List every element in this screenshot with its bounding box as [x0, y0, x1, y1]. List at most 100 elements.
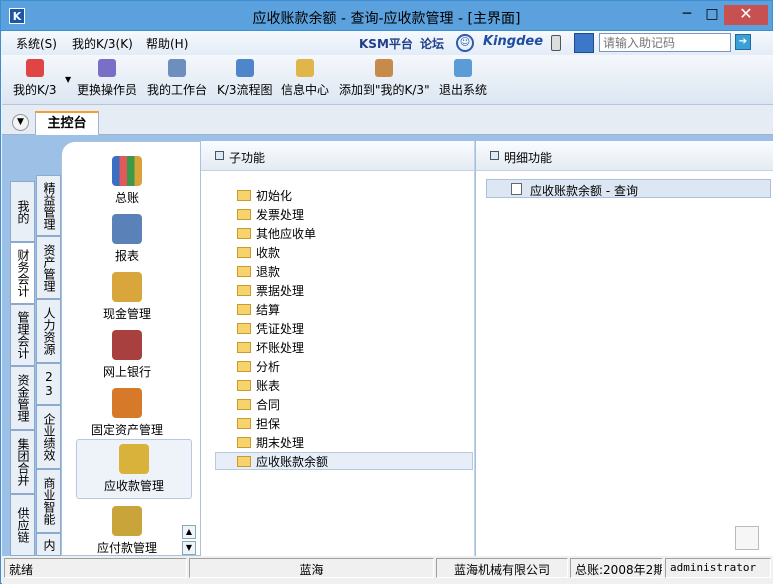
menu-system[interactable]: 系统(S) [16, 35, 57, 52]
folder-icon [237, 323, 251, 334]
module-reports[interactable]: 报表 [62, 214, 192, 264]
detail-item-label: 应收账款余额 - 查询 [530, 184, 638, 198]
smile-icon[interactable]: ☺ [456, 34, 474, 52]
menu-bar: 系统(S) 我的K/3(K) 帮助(H) KSM平台 论坛 ☺ Kingdee … [2, 31, 773, 55]
folder-label: 其他应收单 [256, 227, 317, 241]
folder-item[interactable]: 凭证处理 [237, 320, 304, 337]
collapse-square-icon[interactable] [490, 151, 499, 160]
folder-item[interactable]: 担保 [237, 415, 280, 432]
truck-icon [112, 388, 142, 418]
folder-item[interactable]: 收款 [237, 244, 280, 261]
pen-icon [168, 59, 186, 77]
status-bar: 就绪 蓝海 蓝海机械有限公司 总账:2008年2期 administrator [2, 556, 773, 584]
detail-panel: 明细功能 应收账款余额 - 查询 [476, 141, 773, 556]
exit-icon [454, 59, 472, 77]
folder-item[interactable]: 退款 [237, 263, 280, 280]
title-bar[interactable]: K 应收账款余额 - 查询-应收款管理 - [主界面] ─ □ ✕ [1, 1, 772, 31]
folder-label: 凭证处理 [256, 322, 305, 336]
folder-item[interactable]: 合同 [237, 396, 280, 413]
vtab-lean-management[interactable]: 精益管理 [36, 175, 61, 236]
toolbar-my-k3-button[interactable]: 我的K/3 ▼ [13, 59, 71, 98]
add-favorite-icon [375, 59, 394, 77]
vtab-business-intelligence[interactable]: 商业智能 [36, 469, 61, 533]
folder-item[interactable]: 其他应收单 [237, 225, 316, 242]
toolbar-label: 我的K/3 [13, 83, 57, 97]
folder-icon [237, 190, 251, 201]
help-icon[interactable] [574, 33, 594, 53]
module-online-banking[interactable]: 网上银行 [62, 330, 192, 380]
toolbar-label: 退出系统 [439, 83, 488, 97]
kingdee-logo[interactable]: Kingdee [483, 34, 543, 49]
vtab-asset-management[interactable]: 资产管理 [36, 236, 61, 299]
forum-link[interactable]: 论坛 [420, 35, 444, 52]
vtab-more[interactable]: 内 [36, 533, 61, 556]
folder-icon [237, 399, 251, 410]
detail-header-label: 明细功能 [504, 151, 553, 165]
restore-button[interactable]: □ [697, 5, 727, 25]
tab-main-console[interactable]: 主控台 [35, 111, 99, 135]
vtab-financial-accounting[interactable]: 财务会计 [10, 242, 35, 304]
toolbar-workbench-button[interactable]: 我的工作台 [147, 59, 207, 98]
module-accounts-payable[interactable]: 应付款管理 [62, 506, 192, 556]
folder-item[interactable]: 票据处理 [237, 282, 304, 299]
toolbar-flowchart-button[interactable]: K/3流程图 [217, 59, 273, 98]
menu-help[interactable]: 帮助(H) [146, 35, 188, 52]
toolbar-label: 我的工作台 [147, 83, 208, 97]
folder-item-selected[interactable]: 应收账款余额 [215, 452, 473, 470]
scroll-down-icon[interactable]: ▼ [182, 541, 196, 555]
scroll-up-icon[interactable]: ▲ [182, 525, 196, 539]
workspace: 我的K/3 财务会计 管理会计 资金管理 集团合并 供应链 精益管理 资产管理 … [2, 135, 773, 556]
folder-icon [237, 285, 251, 296]
star-icon [25, 59, 44, 77]
detail-header: 明细功能 [476, 141, 773, 171]
vtab-enterprise-performance[interactable]: 企业绩效 [36, 405, 61, 469]
module-general-ledger[interactable]: 总账 [62, 156, 192, 206]
mobile-icon[interactable] [551, 35, 561, 51]
vtab-23[interactable]: 23 [36, 363, 61, 405]
menu-my-k3[interactable]: 我的K/3(K) [72, 35, 133, 52]
toolbar-label: 添加到"我的K/3" [339, 83, 430, 97]
tab-dropdown-icon[interactable]: ▼ [12, 114, 29, 131]
folder-label: 退款 [256, 265, 281, 279]
mnemonic-search-input[interactable] [599, 33, 731, 52]
envelope-icon[interactable] [735, 526, 759, 550]
toolbar-exit-button[interactable]: 退出系统 [439, 59, 487, 98]
module-label: 网上银行 [102, 365, 151, 379]
folder-label: 坏账处理 [256, 341, 305, 355]
module-label: 现金管理 [102, 307, 151, 321]
folder-label: 收款 [256, 246, 281, 260]
folder-label: 分析 [256, 360, 281, 374]
vtab-fund-management[interactable]: 资金管理 [10, 366, 35, 430]
bank-icon [112, 330, 142, 360]
folder-item[interactable]: 期末处理 [237, 434, 304, 451]
folder-item[interactable]: 分析 [237, 358, 280, 375]
folder-item[interactable]: 结算 [237, 301, 280, 318]
status-company: 蓝海机械有限公司 [436, 558, 568, 578]
vtab-group-consolidation[interactable]: 集团合并 [10, 430, 35, 494]
vtab-supply-chain[interactable]: 供应链 [10, 494, 35, 556]
folder-item[interactable]: 发票处理 [237, 206, 304, 223]
module-cash-management[interactable]: 现金管理 [62, 272, 192, 322]
module-accounts-receivable[interactable]: 应收款管理 [76, 439, 192, 499]
toolbar-change-operator-button[interactable]: 更换操作员 [77, 59, 137, 98]
folder-label: 票据处理 [256, 284, 305, 298]
vtab-management-accounting[interactable]: 管理会计 [10, 304, 35, 366]
folder-item[interactable]: 账表 [237, 377, 280, 394]
folder-item[interactable]: 初始化 [237, 187, 292, 204]
folder-icon [237, 209, 251, 220]
detail-item[interactable]: 应收账款余额 - 查询 [486, 179, 771, 198]
ksm-platform-link[interactable]: KSM平台 [359, 35, 413, 52]
toolbar-message-center-button[interactable]: 信息中心 [281, 59, 329, 98]
toolbar-add-to-my-k3-button[interactable]: 添加到"我的K/3" [339, 59, 430, 98]
go-arrow-icon[interactable]: ➔ [735, 34, 751, 50]
window-title: 应收账款余额 - 查询-应收款管理 - [主界面] [252, 11, 521, 27]
status-text: 就绪 [4, 558, 187, 578]
collapse-square-icon[interactable] [215, 151, 224, 160]
vtab-human-resources[interactable]: 人力资源 [36, 299, 61, 363]
folder-item[interactable]: 坏账处理 [237, 339, 304, 356]
folder-label: 账表 [256, 379, 281, 393]
close-button[interactable]: ✕ [724, 5, 768, 25]
module-fixed-assets[interactable]: 固定资产管理 [62, 388, 192, 438]
vtab-my-k3[interactable]: 我的K/3 [10, 181, 35, 242]
dropdown-arrow-icon[interactable]: ▼ [65, 75, 71, 84]
